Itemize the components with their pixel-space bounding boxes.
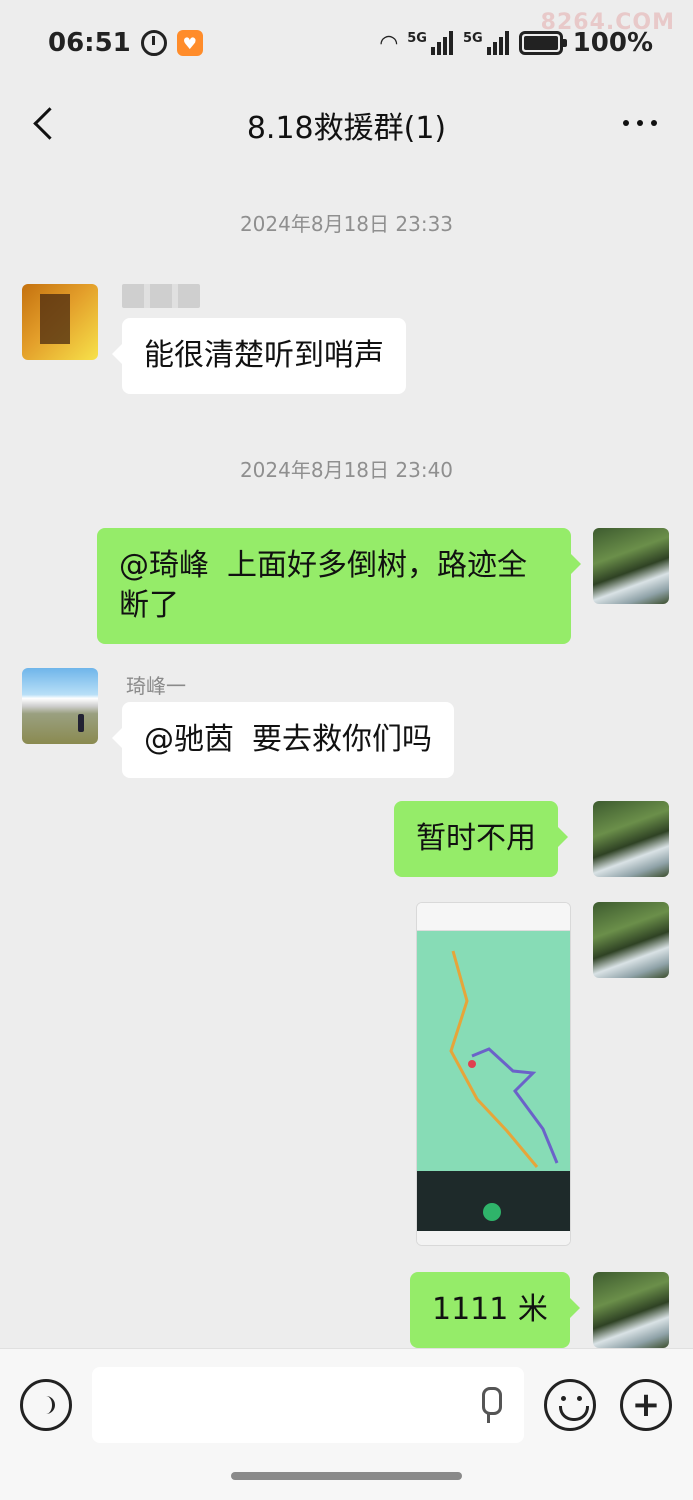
network-label: 5G xyxy=(407,31,427,46)
chat-header: 8.18救援群(1) xyxy=(0,90,693,160)
alarm-icon xyxy=(140,30,167,56)
avatar[interactable] xyxy=(22,284,98,360)
message-bubble[interactable]: 能很清楚听到哨声 xyxy=(112,318,406,394)
record-icon xyxy=(483,1203,501,1221)
sender-name: 琦峰一 xyxy=(126,674,186,698)
heart-app-icon: ♥ xyxy=(176,30,203,56)
clock-time: 06:51 xyxy=(48,28,131,58)
avatar[interactable] xyxy=(593,528,669,604)
sender-name-blurred xyxy=(122,284,200,308)
message-timestamp: 2024年8月18日 23:33 xyxy=(239,212,454,236)
wifi-icon: ◠ xyxy=(380,30,398,56)
message-bubble[interactable]: 1111 米 xyxy=(410,1272,580,1348)
microphone-icon[interactable] xyxy=(476,1387,502,1425)
message-text: 暂时不用 xyxy=(416,821,536,856)
signal-icon: 5G xyxy=(463,31,509,55)
emoji-button[interactable] xyxy=(544,1379,596,1431)
message-bubble[interactable]: 暂时不用 xyxy=(394,801,568,877)
message-timestamp: 2024年8月18日 23:40 xyxy=(239,458,454,482)
mention[interactable]: @驰茵 xyxy=(144,722,234,757)
chat-messages[interactable]: 2024年8月18日 23:33 能很清楚听到哨声 2024年8月18日 23:… xyxy=(0,160,693,1348)
message-bubble[interactable]: @驰茵 要去救你们吗 xyxy=(112,702,454,778)
more-options-button[interactable] xyxy=(623,120,657,126)
map-nav-strip xyxy=(417,1231,570,1245)
voice-mode-button[interactable] xyxy=(20,1379,72,1431)
mention[interactable]: @琦峰 xyxy=(119,548,209,583)
network-label: 5G xyxy=(462,31,483,46)
more-actions-button[interactable]: + xyxy=(620,1379,672,1431)
avatar[interactable] xyxy=(593,801,669,877)
route-track-icon xyxy=(449,950,559,1168)
status-bar: 06:51 ♥ ◠ 5G 5G 100% 8264.COM xyxy=(0,0,693,90)
message-bubble[interactable]: @琦峰 上面好多倒树，路迹全断了 xyxy=(97,528,581,644)
signal-icon: 5G xyxy=(407,31,453,55)
home-indicator xyxy=(231,1472,462,1480)
map-track-image xyxy=(417,931,570,1171)
message-text: 能很清楚听到哨声 xyxy=(144,338,384,373)
avatar[interactable] xyxy=(22,668,98,744)
status-left: 06:51 ♥ xyxy=(48,28,203,58)
map-status-strip xyxy=(417,903,570,931)
message-text: 要去救你们吗 xyxy=(252,722,432,757)
avatar[interactable] xyxy=(593,1272,669,1348)
message-input[interactable] xyxy=(92,1367,524,1443)
message-text: 1111 米 xyxy=(432,1292,548,1327)
watermark: 8264.COM xyxy=(540,10,675,35)
avatar[interactable] xyxy=(593,902,669,978)
chat-title: 8.18救援群(1) xyxy=(246,111,447,146)
map-stats-panel xyxy=(417,1171,570,1233)
back-button[interactable] xyxy=(28,104,68,144)
image-message[interactable] xyxy=(416,902,571,1246)
